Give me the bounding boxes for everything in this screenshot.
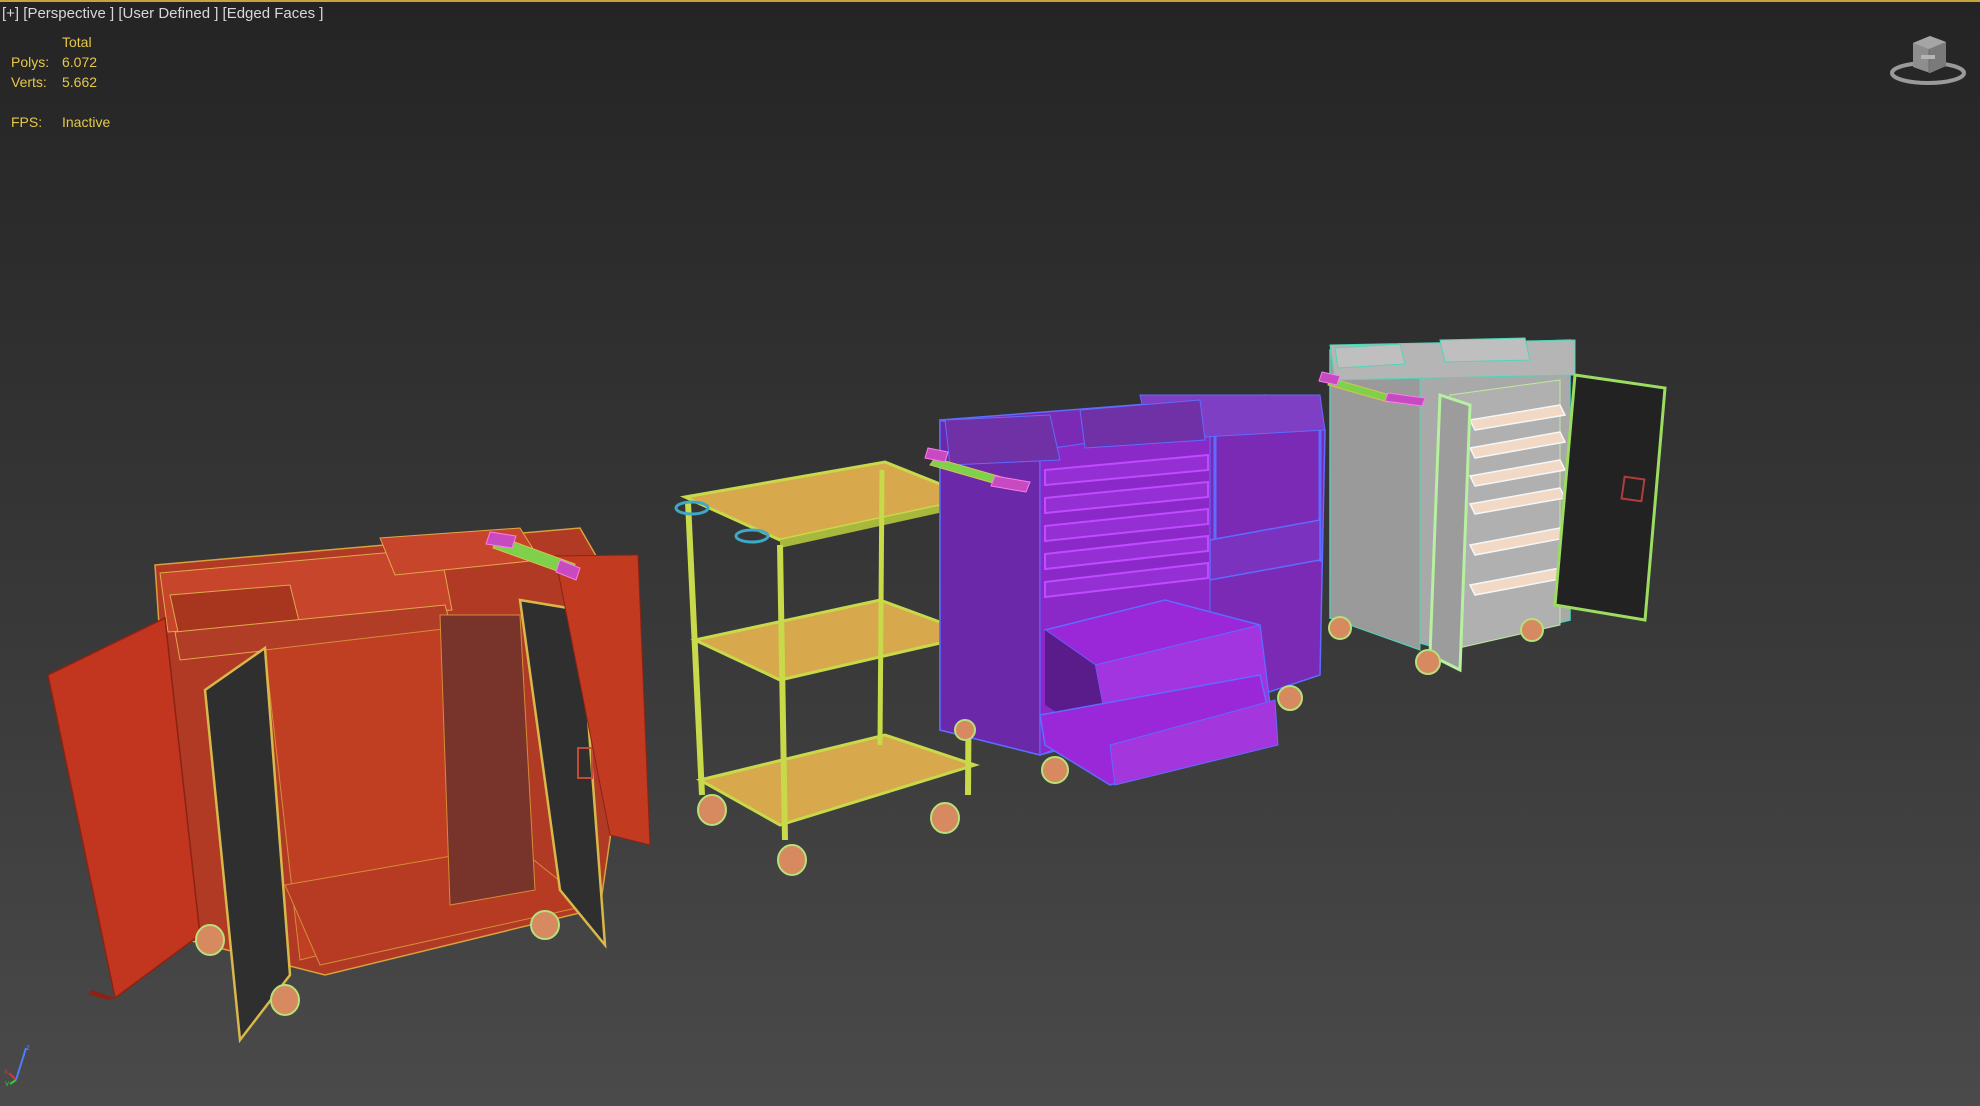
viewcube-icon[interactable] <box>1888 28 1968 90</box>
scene-canvas <box>47 337 1667 1044</box>
purple-drawer-cart[interactable] <box>924 394 1326 786</box>
perspective-viewport[interactable]: [+] [Perspective ] [User Defined ] [Edge… <box>0 0 1980 1106</box>
svg-text:x: x <box>4 1067 8 1076</box>
yellow-shelf-cart[interactable] <box>674 460 981 876</box>
red-cabinet-cart[interactable] <box>47 527 651 1044</box>
svg-text:y: y <box>5 1079 9 1086</box>
grey-housekeeping-cart[interactable] <box>1318 337 1667 675</box>
axis-tripod-icon: z x y <box>4 1043 30 1086</box>
svg-text:z: z <box>26 1043 30 1052</box>
